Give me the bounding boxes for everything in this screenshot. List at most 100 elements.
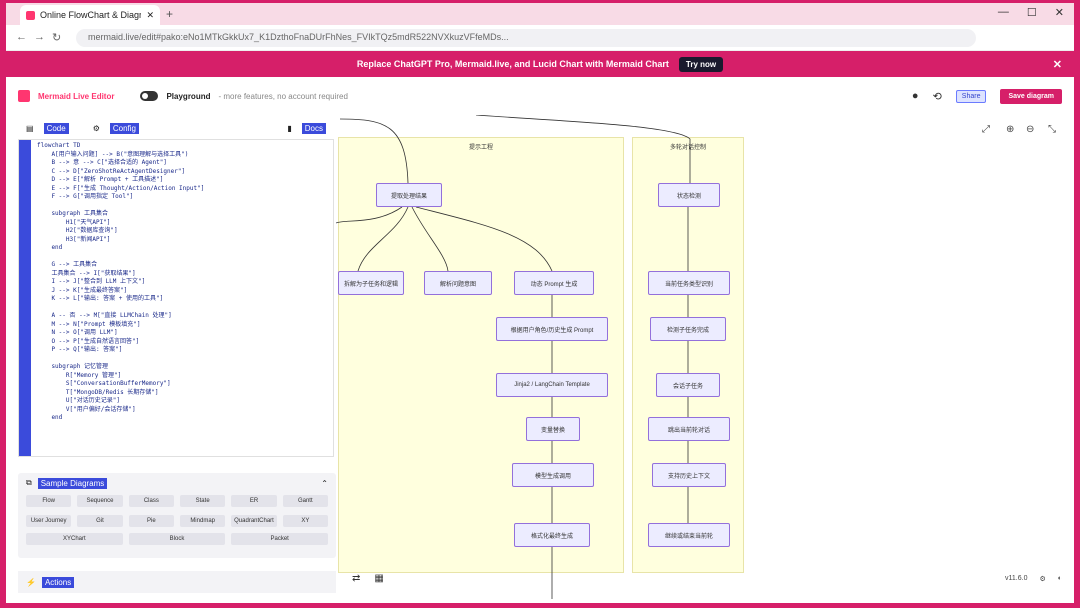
node-top[interactable]: 提取处理结果 xyxy=(376,183,442,207)
code-text[interactable]: flowchart TD A[用户输入问题] --> B("意图理解与选择工具"… xyxy=(31,140,333,456)
sample-chip[interactable]: XYChart xyxy=(26,533,123,545)
code-line[interactable] xyxy=(37,202,327,211)
zoom-in-icon[interactable]: ⊕ xyxy=(1006,124,1014,135)
docs-link[interactable]: Docs xyxy=(301,122,326,134)
try-now-button[interactable]: Try now xyxy=(678,56,724,72)
code-line[interactable]: H1["天气API"] xyxy=(37,219,327,228)
app-title[interactable]: Mermaid Live Editor xyxy=(38,92,114,101)
grid-icon[interactable]: ▦ xyxy=(374,573,383,584)
code-line[interactable]: K --> L["输出: 答案 + 使用的工具"] xyxy=(37,295,327,304)
tab-code[interactable]: Code xyxy=(43,122,69,134)
fit-icon[interactable]: ⤢ xyxy=(982,124,990,135)
code-line[interactable]: 工具集合 --> I["获取结果"] xyxy=(37,270,327,279)
maximize-icon[interactable]: ☐ xyxy=(1027,6,1037,19)
sample-chip[interactable]: Class xyxy=(128,495,174,507)
node-r1[interactable]: 状态检测 xyxy=(658,183,720,207)
forward-icon[interactable]: → xyxy=(34,31,45,43)
code-line[interactable]: A[用户输入问题] --> B("意图理解与选择工具") xyxy=(37,151,327,160)
sample-chip[interactable]: Flow xyxy=(26,495,72,507)
close-tab-icon[interactable]: ✕ xyxy=(146,10,154,21)
code-line[interactable]: D --> E["解析 Prompt + 工具描述"] xyxy=(37,176,327,185)
node-c3[interactable]: 变量替换 xyxy=(526,417,580,441)
tab-bar: Online FlowChart & Diagram ✕ + — ☐ ✕ xyxy=(6,3,1074,25)
close-window-icon[interactable]: ✕ xyxy=(1055,6,1064,19)
sample-chip[interactable]: User Journey xyxy=(26,515,72,527)
url-input[interactable]: mermaid.live/edit#pako:eNo1MTkGkkUx7_K1D… xyxy=(76,29,976,47)
playground-toggle[interactable] xyxy=(140,91,159,101)
code-line[interactable]: U["对话历史记录"] xyxy=(37,397,327,406)
sample-chip[interactable]: Sequence xyxy=(77,495,123,507)
node-r4[interactable]: 会话子任务 xyxy=(656,373,720,397)
code-line[interactable]: R["Memory 管理"] xyxy=(37,372,327,381)
tab-config[interactable]: Config xyxy=(109,122,139,134)
code-line[interactable]: E --> F["生成 Thought/Action/Action Input"… xyxy=(37,185,327,194)
sample-chip[interactable]: Block xyxy=(128,533,226,545)
code-line[interactable]: subgraph 记忆管理 xyxy=(37,363,327,372)
theme-icon[interactable]: ◐ xyxy=(1058,575,1062,583)
code-line[interactable]: H2["数据库查询"] xyxy=(37,227,327,236)
node-b1[interactable]: 拆解为子任务和逻辑 xyxy=(338,271,404,295)
code-line[interactable]: H3["新闻API"] xyxy=(37,236,327,245)
actions-panel[interactable]: ⚡ Actions xyxy=(18,571,336,593)
sample-chip[interactable]: Gantt xyxy=(282,495,328,507)
code-line[interactable]: N --> O["调用 LLM"] xyxy=(37,329,327,338)
code-line[interactable]: M --> N["Prompt 模板填充"] xyxy=(37,321,327,330)
code-line[interactable]: end xyxy=(37,414,327,423)
node-c2[interactable]: Jinja2 / LangChain Template xyxy=(496,373,608,397)
code-line[interactable]: P --> Q["输出: 答案"] xyxy=(37,346,327,355)
code-line[interactable]: end xyxy=(37,244,327,253)
sample-chip[interactable]: Packet xyxy=(231,533,328,545)
node-b2[interactable]: 解析问题意图 xyxy=(424,271,492,295)
new-tab-button[interactable]: + xyxy=(166,7,173,21)
code-line[interactable]: A -- 否 --> M["直接 LLMChain 处理"] xyxy=(37,312,327,321)
back-icon[interactable]: ← xyxy=(16,31,27,43)
code-line[interactable]: B --> 意 --> C["选择合适的 Agent"] xyxy=(37,159,327,168)
node-r3[interactable]: 检测子任务完成 xyxy=(650,317,726,341)
sample-chip[interactable]: State xyxy=(179,495,226,507)
node-r2[interactable]: 当前任务类型识别 xyxy=(648,271,730,295)
code-line[interactable]: O --> P["生成自然语言回答"] xyxy=(37,338,327,347)
code-line[interactable]: T["MongoDB/Redis 长期存储"] xyxy=(37,389,327,398)
sample-chip[interactable]: QuadrantChart xyxy=(231,515,277,527)
code-line[interactable]: J --> K["生成最终答案"] xyxy=(37,287,327,296)
reload-icon[interactable]: ↻ xyxy=(52,31,61,44)
code-editor[interactable]: flowchart TD A[用户输入问题] --> B("意图理解与选择工具"… xyxy=(18,139,334,457)
sample-chip[interactable]: Pie xyxy=(128,515,174,527)
zoom-out-icon[interactable]: ⊖ xyxy=(1026,124,1034,135)
code-line[interactable]: F --> G["调用指定 Tool"] xyxy=(37,193,327,202)
code-line[interactable]: S["ConversationBufferMemory"] xyxy=(37,380,327,389)
sample-chip[interactable]: Git xyxy=(77,515,123,527)
sample-header[interactable]: ⧉ Sample Diagrams ⌃ xyxy=(18,473,336,493)
code-line[interactable]: V["用户偏好/会话存储"] xyxy=(37,406,327,415)
history-icon[interactable]: ⟲ xyxy=(933,90,942,103)
node-b3[interactable]: 动态 Prompt 生成 xyxy=(514,271,594,295)
node-r5[interactable]: 跳出当前轮对话 xyxy=(648,417,730,441)
diagram-canvas[interactable]: 提示工程 多轮对话控制 提取处理结果 拆解为子任务和逻辑 解析问题意图 动态 P… xyxy=(336,115,1074,603)
minimize-icon[interactable]: — xyxy=(998,6,1009,19)
code-line[interactable]: G --> 工具集合 xyxy=(37,261,327,270)
code-line[interactable] xyxy=(37,355,327,364)
pan-zoom-icon[interactable]: ⇄ xyxy=(352,573,360,584)
expand-icon[interactable]: ⤡ xyxy=(1048,124,1056,135)
node-c1[interactable]: 根据用户角色/历史生成 Prompt xyxy=(496,317,608,341)
node-r7[interactable]: 继续或结束当前轮 xyxy=(648,523,730,547)
code-line[interactable]: subgraph 工具集合 xyxy=(37,210,327,219)
github-icon[interactable]: ● xyxy=(912,90,919,102)
node-r6[interactable]: 支持历史上下文 xyxy=(652,463,726,487)
sample-chip[interactable]: ER xyxy=(231,495,277,507)
node-c5[interactable]: 格式化最终生成 xyxy=(514,523,590,547)
code-line[interactable]: flowchart TD xyxy=(37,142,327,151)
code-line[interactable]: C --> D["ZeroShotReActAgentDesigner"] xyxy=(37,168,327,177)
code-line[interactable] xyxy=(37,253,327,262)
sample-chip[interactable]: Mindmap xyxy=(179,515,226,527)
save-diagram-button[interactable]: Save diagram xyxy=(1000,88,1062,104)
code-line[interactable]: I --> J["整合到 LLM 上下文"] xyxy=(37,278,327,287)
code-line[interactable] xyxy=(37,304,327,313)
close-banner-icon[interactable]: ✕ xyxy=(1053,58,1062,71)
node-c4[interactable]: 模型生成调用 xyxy=(512,463,594,487)
browser-tab[interactable]: Online FlowChart & Diagram ✕ xyxy=(20,5,160,25)
share-button[interactable]: Share xyxy=(955,89,987,103)
chevron-icon[interactable]: ⌃ xyxy=(321,479,328,488)
settings-icon[interactable]: ⚙ xyxy=(1039,575,1045,583)
sample-chip[interactable]: XY xyxy=(282,515,328,527)
